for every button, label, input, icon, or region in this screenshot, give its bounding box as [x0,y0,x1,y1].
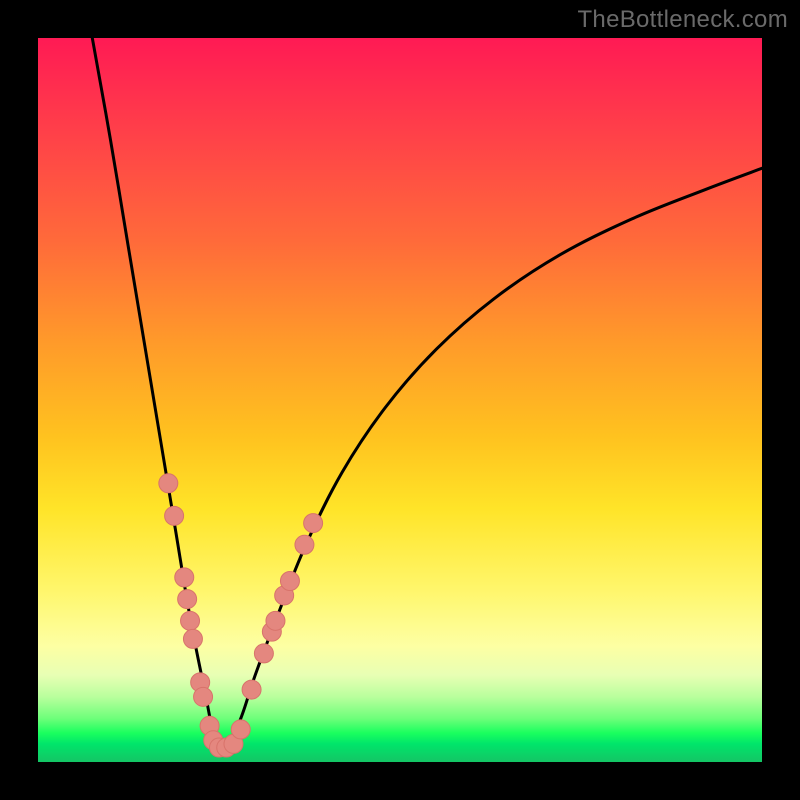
chart-frame: TheBottleneck.com [0,0,800,800]
bottleneck-curve [92,38,762,750]
curve-marker [178,590,197,609]
curve-marker [275,586,294,605]
curve-marker [194,687,213,706]
curve-marker [254,644,273,663]
curve-marker [200,716,219,735]
curve-marker [183,629,202,648]
curve-marker [242,680,261,699]
curve-marker [295,535,314,554]
curve-markers [159,474,323,757]
curve-marker [210,738,229,757]
curve-marker [224,734,243,753]
watermark-text: TheBottleneck.com [577,6,788,34]
curve-marker [280,572,299,591]
curve-marker [159,474,178,493]
curve-marker [204,731,223,750]
curve-marker [217,738,236,757]
curve-marker [191,673,210,692]
curve-layer [38,38,762,762]
curve-marker [175,568,194,587]
curve-marker [266,611,285,630]
curve-marker [304,514,323,533]
curve-marker [262,622,281,641]
curve-marker [165,506,184,525]
curve-marker [181,611,200,630]
plot-area [38,38,762,762]
curve-marker [231,720,250,739]
